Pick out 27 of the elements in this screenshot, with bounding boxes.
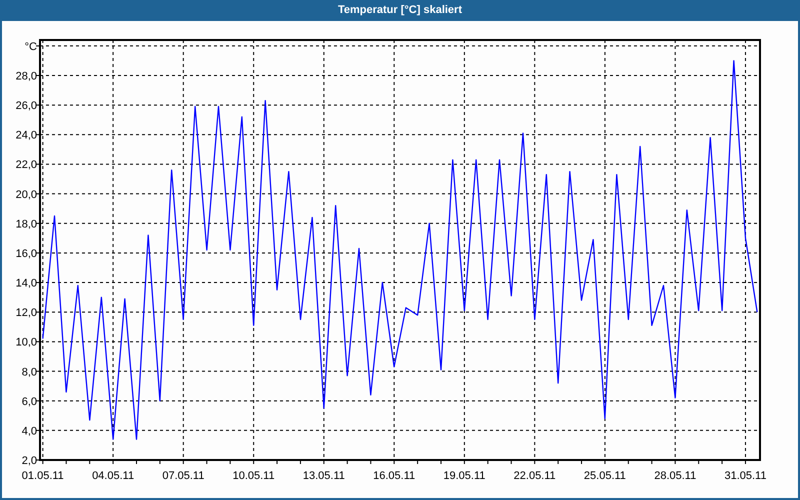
y-tick-label: 14,0 [16, 278, 37, 290]
y-tick-label: 8,0 [22, 366, 37, 378]
y-tick-label: 20,0 [16, 188, 37, 201]
y-tick-label: 22,0 [16, 159, 37, 172]
x-tick-label: 31.05.11 [724, 470, 766, 482]
y-tick-label: 18,0 [16, 218, 37, 230]
x-tick-label: 22.05.11 [514, 470, 556, 482]
y-tick-label: 6,0 [22, 396, 37, 408]
window-title: Temperatur [°C] skaliert [338, 5, 462, 16]
x-tick-label: 01.05.11 [22, 470, 64, 482]
y-tick-label: 28,0 [16, 70, 37, 82]
y-tick-label: °C [24, 40, 37, 53]
x-tick-label: 25.05.11 [584, 470, 626, 482]
x-tick-label: 13.05.11 [302, 470, 345, 482]
x-tick-label: 04.05.11 [92, 470, 134, 482]
x-tick-label: 16.05.11 [373, 470, 416, 482]
x-tick-label: 19.05.11 [443, 470, 486, 482]
y-tick-label: 10,0 [16, 336, 37, 349]
y-tick-label: 16,0 [16, 248, 37, 260]
y-tick-label: 24,0 [16, 130, 37, 142]
y-tick-label: 2,0 [22, 455, 37, 467]
y-tick-label: 4,0 [22, 425, 37, 438]
x-tick-label: 28.05.11 [654, 470, 696, 482]
x-tick-label: 07.05.11 [162, 470, 204, 482]
x-tick-label: 10.05.11 [232, 470, 275, 482]
y-tick-label: 12,0 [16, 307, 37, 320]
y-tick-label: 26,0 [16, 100, 37, 112]
